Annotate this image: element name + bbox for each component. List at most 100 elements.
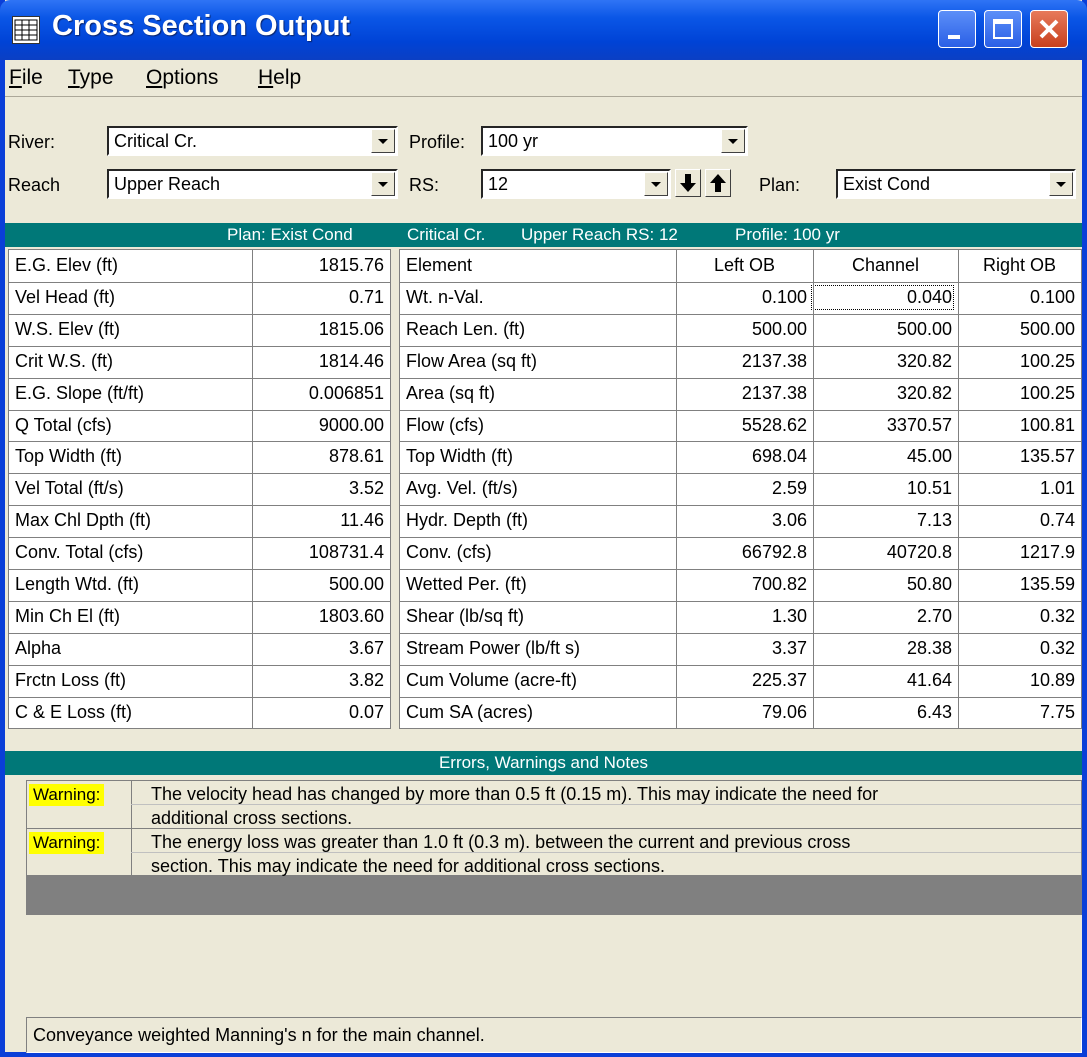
- element-label: Wetted Per. (ft): [406, 574, 527, 594]
- element-value[interactable]: 0.74: [958, 510, 1075, 531]
- menu-help[interactable]: Help: [258, 66, 301, 90]
- element-value[interactable]: 50.80: [813, 574, 952, 595]
- summary-value[interactable]: 0.07: [349, 702, 384, 723]
- element-value[interactable]: 2137.38: [676, 383, 807, 404]
- element-value[interactable]: 7.13: [813, 510, 952, 531]
- menu-file[interactable]: File: [9, 66, 43, 90]
- element-value[interactable]: 135.59: [958, 574, 1075, 595]
- warning-tag: Warning:: [27, 829, 133, 857]
- element-value[interactable]: 0.100: [958, 287, 1075, 308]
- element-value[interactable]: 28.38: [813, 638, 952, 659]
- river-select[interactable]: Critical Cr.: [107, 126, 398, 156]
- summary-value[interactable]: 1815.76: [319, 255, 384, 276]
- summary-value[interactable]: 500.00: [329, 574, 384, 595]
- element-value[interactable]: 10.51: [813, 478, 952, 499]
- element-value[interactable]: 1.30: [676, 606, 807, 627]
- minimize-button[interactable]: [938, 10, 976, 48]
- row-divider: [400, 505, 1081, 506]
- rs-value: 12: [488, 174, 509, 194]
- next-rs-down-arrow-icon[interactable]: [675, 169, 701, 197]
- rs-select[interactable]: 12: [481, 169, 671, 199]
- chevron-down-icon[interactable]: [371, 129, 395, 153]
- summary-value[interactable]: 1815.06: [319, 319, 384, 340]
- element-value[interactable]: 45.00: [813, 446, 952, 467]
- summary-value[interactable]: 1803.60: [319, 606, 384, 627]
- summary-value[interactable]: 0.006851: [309, 383, 384, 404]
- element-value[interactable]: 320.82: [813, 351, 952, 372]
- element-value[interactable]: 500.00: [676, 319, 807, 340]
- chevron-down-icon[interactable]: [1049, 172, 1073, 196]
- element-label: Top Width (ft): [406, 446, 514, 466]
- element-label: Shear (lb/sq ft): [406, 606, 525, 626]
- element-value[interactable]: 500.00: [813, 319, 952, 340]
- chevron-down-icon[interactable]: [721, 129, 745, 153]
- summary-value[interactable]: 878.61: [329, 446, 384, 467]
- element-value[interactable]: 320.82: [813, 383, 952, 404]
- column-divider: [813, 250, 814, 728]
- element-value[interactable]: 41.64: [813, 670, 952, 691]
- summary-value[interactable]: 9000.00: [319, 415, 384, 436]
- prev-rs-up-arrow-icon[interactable]: [705, 169, 731, 197]
- element-value[interactable]: 1217.9: [958, 542, 1075, 563]
- element-value[interactable]: 5528.62: [676, 415, 807, 436]
- element-value[interactable]: 7.75: [958, 702, 1075, 723]
- summary-label: E.G. Slope (ft/ft): [15, 383, 145, 403]
- element-value[interactable]: 100.81: [958, 415, 1075, 436]
- row-divider: [9, 633, 390, 634]
- element-value[interactable]: 1.01: [958, 478, 1075, 499]
- element-value[interactable]: 135.57: [958, 446, 1075, 467]
- element-value[interactable]: 2.70: [813, 606, 952, 627]
- row-divider: [9, 314, 390, 315]
- element-value[interactable]: 225.37: [676, 670, 807, 691]
- summary-value[interactable]: 11.46: [340, 510, 384, 531]
- element-value[interactable]: 2.59: [676, 478, 807, 499]
- column-header: Element: [406, 255, 473, 275]
- row-divider: [9, 697, 390, 698]
- element-value[interactable]: 698.04: [676, 446, 807, 467]
- element-value[interactable]: 500.00: [958, 319, 1075, 340]
- element-value[interactable]: 0.040: [811, 285, 954, 310]
- column-divider: [676, 250, 677, 728]
- row-divider: [400, 537, 1081, 538]
- notes-area: Warning: The velocity head has changed b…: [26, 780, 1082, 915]
- summary-value[interactable]: 1814.46: [319, 351, 384, 372]
- row-divider: [9, 537, 390, 538]
- element-value[interactable]: 40720.8: [813, 542, 952, 563]
- element-value[interactable]: 100.25: [958, 383, 1075, 404]
- menu-options[interactable]: Options: [146, 66, 218, 90]
- chevron-down-icon[interactable]: [644, 172, 668, 196]
- element-value[interactable]: 3.06: [676, 510, 807, 531]
- chevron-down-icon[interactable]: [371, 172, 395, 196]
- summary-value[interactable]: 3.67: [349, 638, 384, 659]
- warning-tag: Warning:: [27, 781, 133, 809]
- maximize-button[interactable]: [984, 10, 1022, 48]
- row-divider: [9, 282, 390, 283]
- summary-value[interactable]: 3.82: [349, 670, 384, 691]
- element-value[interactable]: 66792.8: [676, 542, 807, 563]
- row-divider: [400, 282, 1081, 283]
- element-value[interactable]: 0.100: [676, 287, 807, 308]
- profile-value: 100 yr: [488, 131, 539, 151]
- element-value[interactable]: 10.89: [958, 670, 1075, 691]
- summary-label: Top Width (ft): [15, 446, 123, 466]
- element-value[interactable]: 3370.57: [813, 415, 952, 436]
- element-value[interactable]: 6.43: [813, 702, 952, 723]
- summary-value[interactable]: 0.71: [349, 287, 384, 308]
- element-value[interactable]: 0.32: [958, 606, 1075, 627]
- summary-value[interactable]: 108731.4: [309, 542, 384, 563]
- summary-value[interactable]: 3.52: [349, 478, 384, 499]
- row-divider: [9, 441, 390, 442]
- close-button[interactable]: [1030, 10, 1068, 48]
- title-bar[interactable]: Cross Section Output: [0, 0, 1087, 60]
- element-value[interactable]: 0.32: [958, 638, 1075, 659]
- element-value[interactable]: 79.06: [676, 702, 807, 723]
- plan-select[interactable]: Exist Cond: [836, 169, 1076, 199]
- menu-type[interactable]: Type: [68, 66, 114, 90]
- reach-label: Reach: [8, 175, 61, 195]
- profile-select[interactable]: 100 yr: [481, 126, 748, 156]
- element-value[interactable]: 2137.38: [676, 351, 807, 372]
- element-value[interactable]: 100.25: [958, 351, 1075, 372]
- element-value[interactable]: 3.37: [676, 638, 807, 659]
- element-value[interactable]: 700.82: [676, 574, 807, 595]
- reach-select[interactable]: Upper Reach: [107, 169, 398, 199]
